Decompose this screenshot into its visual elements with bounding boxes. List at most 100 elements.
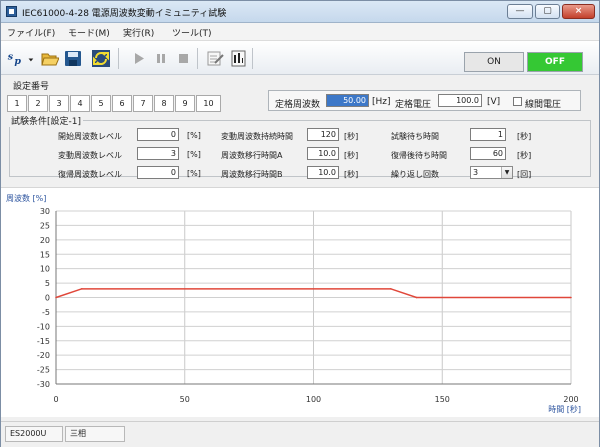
setting-number-tab-10[interactable]: 10: [196, 95, 221, 112]
menu-bar: ファイル(F) モード(M) 実行(R) ツール(T): [1, 23, 599, 41]
close-button[interactable]: ×: [562, 4, 595, 19]
setting-number-tab-4[interactable]: 4: [70, 95, 90, 112]
post-return-wait-time-input[interactable]: 60: [470, 147, 506, 160]
off-button[interactable]: OFF: [527, 52, 583, 72]
chart-point: [415, 296, 418, 299]
start-frequency-level-unit: [%]: [187, 131, 201, 140]
setting-number-label: 設定番号: [13, 82, 50, 92]
setting-number-tab-9[interactable]: 9: [175, 95, 195, 112]
window-title: IEC61000-4-28 電源周波数変動イミュニティ試験: [22, 9, 227, 19]
main-window: IEC61000-4-28 電源周波数変動イミュニティ試験 — ▢ × ファイル…: [0, 0, 600, 447]
chart-point: [389, 288, 392, 290]
transition-time-b-unit: [秒]: [344, 170, 359, 179]
frequency-time-chart: 周波数 [%] 0 50 100 150 200302520151050-5-10-15…: [6, 193, 581, 414]
save-icon[interactable]: [64, 50, 82, 67]
menu-file[interactable]: ファイル(F): [7, 26, 55, 39]
repeat-count-label: 繰り返し回数: [391, 170, 439, 179]
refresh-icon[interactable]: [92, 50, 110, 67]
chart-point: [570, 296, 572, 299]
pause-icon[interactable]: [152, 50, 170, 67]
chevron-down-icon[interactable]: ▼: [501, 167, 512, 178]
chart-y-tick-label: 15: [40, 250, 50, 259]
chart-y-tick-label: 20: [40, 236, 50, 245]
post-return-wait-time-unit: [秒]: [517, 151, 532, 160]
on-button[interactable]: ON: [464, 52, 524, 72]
toolbar: s p ON OFF: [1, 41, 599, 75]
minimize-button[interactable]: —: [507, 4, 533, 19]
rated-voltage-input[interactable]: 100.0: [438, 94, 482, 107]
start-frequency-level-label: 開始周波数レベル: [58, 132, 122, 141]
chart-y-tick-label: -20: [37, 351, 50, 360]
toolbar-separator: [118, 48, 119, 69]
svg-text:s: s: [8, 51, 14, 62]
chart-y-tick-label: -10: [37, 322, 50, 331]
setting-number-tab-3[interactable]: 3: [49, 95, 69, 112]
return-frequency-level-input[interactable]: 0: [137, 166, 179, 179]
stop-icon[interactable]: [174, 50, 192, 67]
app-icon: [6, 6, 17, 17]
variation-duration-label: 変動周波数持続時間: [221, 132, 293, 141]
chart-x-tick-label: 150: [435, 395, 450, 404]
rated-frequency-unit: [Hz]: [372, 97, 391, 107]
chart-y-tick-label: -25: [37, 366, 50, 375]
rated-frequency-label: 定格周波数: [275, 100, 321, 110]
toolbar-separator: [252, 48, 253, 69]
chart-y-tick-label: 30: [40, 207, 50, 216]
chart-x-tick-label: 200: [563, 395, 578, 404]
toolbar-separator: [197, 48, 198, 69]
test-wait-time-label: 試験待ち時間: [391, 132, 439, 141]
transition-time-a-unit: [秒]: [344, 151, 359, 160]
transition-time-a-input[interactable]: 10.0: [307, 147, 339, 160]
chart-point: [80, 288, 83, 290]
transition-time-a-label: 周波数移行時間A: [221, 151, 283, 160]
title-bar: IEC61000-4-28 電源周波数変動イミュニティ試験 — ▢ ×: [1, 1, 599, 23]
play-icon[interactable]: [130, 50, 148, 67]
menu-tools[interactable]: ツール(T): [172, 26, 212, 39]
setting-number-tab-7[interactable]: 7: [133, 95, 153, 112]
transition-time-b-input[interactable]: 10.0: [307, 166, 339, 179]
rated-frequency-input[interactable]: 50.00: [326, 94, 369, 107]
variation-duration-unit: [秒]: [344, 132, 359, 141]
transition-time-b-label: 周波数移行時間B: [221, 170, 283, 179]
start-frequency-level-input[interactable]: 0: [137, 128, 179, 141]
chart-y-tick-label: 10: [40, 265, 50, 274]
chart-x-tick-label: 100: [306, 395, 321, 404]
repeat-count-select[interactable]: 3 ▼: [470, 166, 513, 179]
return-frequency-level-label: 復帰周波数レベル: [58, 170, 122, 179]
setting-number-tab-1[interactable]: 1: [7, 95, 27, 112]
setting-number-tab-8[interactable]: 8: [154, 95, 174, 112]
chart-y-tick-label: -30: [37, 380, 50, 389]
setting-number-tab-5[interactable]: 5: [91, 95, 111, 112]
test-wait-time-unit: [秒]: [517, 132, 532, 141]
test-wait-time-input[interactable]: 1: [470, 128, 506, 141]
chart-y-tick-label: -5: [42, 308, 50, 317]
variation-duration-input[interactable]: 120: [307, 128, 339, 141]
menu-mode[interactable]: モード(M): [68, 26, 110, 39]
open-folder-icon[interactable]: [41, 50, 59, 67]
menu-run[interactable]: 実行(R): [123, 26, 154, 39]
chart-y-tick-label: 0: [45, 294, 50, 303]
line-voltage-checkbox[interactable]: [513, 97, 522, 106]
status-phase: 三相: [65, 426, 125, 442]
chart-x-tick-label: 0: [53, 395, 58, 404]
report-icon[interactable]: [230, 50, 248, 67]
setting-number-tab-6[interactable]: 6: [112, 95, 132, 112]
variation-frequency-level-input[interactable]: 3: [137, 147, 179, 160]
chart-y-tick-label: 25: [40, 221, 50, 230]
edit-document-icon[interactable]: [206, 50, 224, 67]
line-voltage-label: 線間電圧: [525, 100, 562, 110]
repeat-count-value: 3: [473, 168, 479, 177]
setting-number-tab-2[interactable]: 2: [28, 95, 48, 112]
test-conditions-title: 試験条件[設定-1]: [9, 114, 83, 127]
mode-select-icon[interactable]: s p: [7, 50, 35, 67]
return-frequency-level-unit: [%]: [187, 169, 201, 178]
chart-y-tick-label: -15: [37, 337, 50, 346]
rated-voltage-label: 定格電圧: [395, 100, 432, 110]
chart-x-axis-label: 時間 [秒]: [548, 404, 581, 414]
maximize-button[interactable]: ▢: [535, 4, 560, 19]
rated-voltage-unit: [V]: [487, 97, 501, 107]
status-bar: ES2000U 三相: [1, 421, 599, 447]
chart-x-tick-label: 50: [180, 395, 190, 404]
chart-y-tick-label: 5: [45, 279, 50, 288]
svg-text:p: p: [14, 56, 21, 67]
